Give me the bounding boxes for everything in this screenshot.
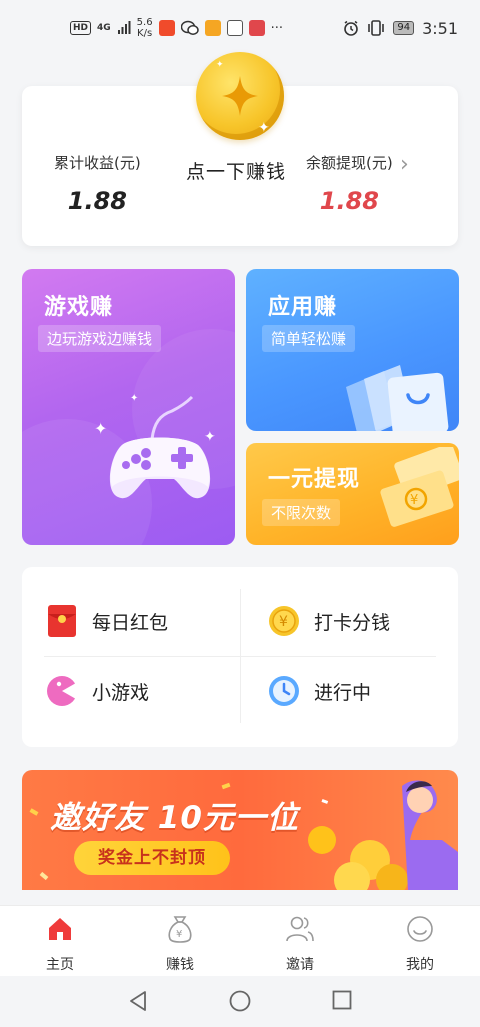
app-notification-icon-4 [248,20,265,36]
home-circle-icon[interactable] [229,990,251,1012]
menu-mini-game-label: 小游戏 [92,681,150,704]
users-icon [285,914,315,944]
bottom-navigation: 主页 ¥ 赚钱 邀请 我的 [0,905,480,976]
cash-withdraw-card[interactable]: 一元提现 不限次数 ¥ [246,443,459,545]
game-earn-title: 游戏赚 [44,295,114,320]
back-icon[interactable] [128,990,148,1012]
svg-text:¥: ¥ [410,493,418,508]
nav-earn-label: 赚钱 [166,957,194,973]
menu-check-in-split-label: 打卡分钱 [314,611,391,634]
tap-to-earn-coin-icon[interactable] [196,52,284,140]
chevron-right-icon[interactable]: › [400,152,409,177]
menu-check-in-split[interactable]: ¥ 打卡分钱 [268,605,390,637]
app-notification-icon [158,20,175,36]
nav-mine[interactable]: 我的 [360,906,480,976]
invite-banner-title: 邀好友 10元一位 [50,800,299,836]
vibrate-icon [368,20,385,36]
cash-withdraw-title: 一元提现 [268,467,361,492]
menu-daily-red-packet[interactable]: 每日红包 [46,605,168,637]
nav-invite[interactable]: 邀请 [240,906,360,976]
nav-home[interactable]: 主页 [0,906,120,976]
nav-mine-label: 我的 [406,957,434,973]
cash-withdraw-subtitle: 不限次数 [262,499,341,526]
coin-icon: ¥ [268,605,300,637]
app-notification-icon-3 [226,20,243,36]
pacman-game-icon [46,675,78,707]
nav-invite-label: 邀请 [286,957,314,973]
status-bar: HD 4G 5.6 K/s ··· 94 3:51 [0,0,480,56]
total-earnings-label: 累计收益(元) [54,154,141,172]
quick-menu: 每日红包 ¥ 打卡分钱 小游戏 进行中 [22,567,458,747]
signal-icon [117,21,131,34]
battery-icon: 94 [393,21,415,35]
app-notification-icon-2 [204,20,221,36]
tap-to-earn-text[interactable]: 点一下赚钱 [186,157,286,184]
money-bag-icon: ¥ [165,914,195,944]
recents-icon[interactable] [332,990,352,1010]
clock: 3:51 [422,18,458,38]
red-packet-icon [46,605,78,637]
nav-home-label: 主页 [46,957,74,973]
sparkle-icon: ✦ [258,120,270,136]
app-earn-title: 应用赚 [268,295,338,320]
alarm-icon [344,20,359,36]
nav-earn[interactable]: ¥ 赚钱 [120,906,240,976]
divider [44,656,436,657]
game-earn-card[interactable]: 游戏赚 边玩游戏边赚钱 ✦ ✦ ✦ [22,269,235,545]
clock-icon [268,675,300,707]
balance-withdraw[interactable]: 余额提现(元) 1.88 [306,152,393,215]
total-earnings-value: 1.88 [67,187,127,215]
menu-mini-game[interactable]: 小游戏 [46,675,149,707]
hd-indicator: HD [70,21,92,35]
svg-text:¥: ¥ [176,929,182,940]
shopping-bag-icon [346,365,449,431]
menu-daily-red-packet-label: 每日红包 [92,611,169,634]
network-indicator: 4G [97,23,111,33]
gamepad-icon [109,395,211,499]
sparkle-icon: ✦ [204,429,216,445]
total-earnings: 累计收益(元) 1.88 [54,152,141,215]
app-earn-subtitle: 简单轻松赚 [262,325,356,352]
sparkle-icon: ✦ [130,393,139,404]
menu-in-progress[interactable]: 进行中 [268,675,371,707]
menu-in-progress-label: 进行中 [314,681,372,704]
svg-text:¥: ¥ [279,614,288,630]
balance-label: 余额提现(元) [306,154,393,172]
game-earn-subtitle: 边玩游戏边赚钱 [38,325,162,352]
app-earn-card[interactable]: 应用赚 简单轻松赚 [246,269,459,431]
balance-value: 1.88 [319,187,379,215]
more-notifications-icon: ··· [270,20,283,36]
sparkle-icon: ✦ [94,419,108,438]
star-icon [222,76,258,116]
system-navigation-bar [0,976,480,1027]
home-icon [45,914,75,944]
invite-friends-banner[interactable]: 邀好友 10元一位 奖金上不封顶 [22,770,458,890]
money-bills-icon: ¥ [380,447,459,527]
sparkle-icon: ✦ [216,60,224,70]
wechat-icon [180,20,199,35]
invite-banner-pill: 奖金上不封顶 [74,841,230,875]
network-speed: 5.6 K/s [136,17,153,39]
smiley-icon [405,914,435,944]
